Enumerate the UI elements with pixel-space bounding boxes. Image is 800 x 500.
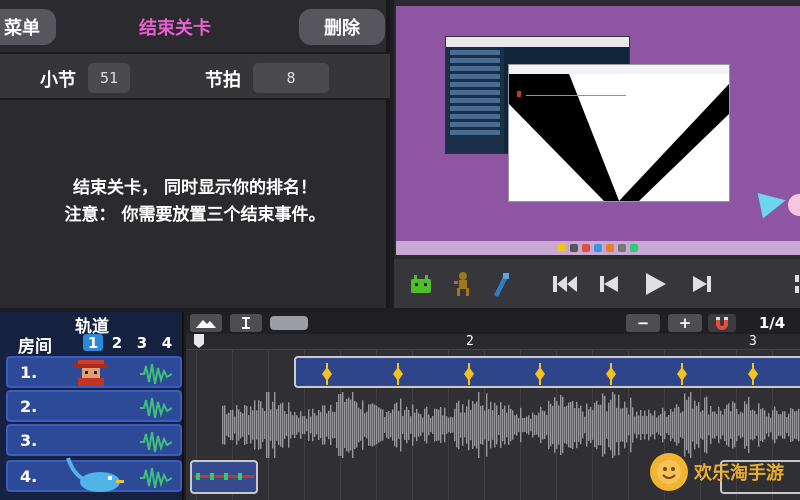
next-icon[interactable] <box>689 269 715 299</box>
event-position-row: 小节 51 节拍 8 <box>0 52 390 100</box>
preview-window-sidebar <box>446 47 504 153</box>
cue-marker[interactable] <box>464 363 474 385</box>
zoom-out-button[interactable]: − <box>626 314 660 332</box>
event-inspector-panel: 菜单 结束关卡 删除 小节 51 节拍 8 结束关卡， 同时显示你的排名！ 注意… <box>0 0 390 308</box>
timeline-toolbar: − + 1/4 <box>186 312 800 334</box>
decor-triangle <box>757 187 789 219</box>
cue-marker[interactable] <box>748 363 758 385</box>
cue-marker[interactable] <box>322 363 332 385</box>
previous-icon[interactable] <box>596 269 622 299</box>
track-row-label: 4. <box>20 467 38 486</box>
watermark-logo: 欢乐淘手游 <box>650 448 800 496</box>
event-block-row-4[interactable] <box>190 460 258 494</box>
beat-number-3: 3 <box>749 334 757 349</box>
bird-character-icon <box>64 456 126 498</box>
preview-canvas[interactable] <box>396 6 800 255</box>
tracks-title: 轨道 <box>75 317 109 337</box>
track-row-label: 2. <box>20 397 38 416</box>
event-description: 结束关卡， 同时显示你的排名！ 注意： 你需要放置三个结束事件。 <box>0 175 390 229</box>
event-title: 结束关卡 <box>139 18 211 39</box>
delete-button[interactable]: 删除 <box>299 9 385 45</box>
zoom-in-button[interactable]: + <box>668 314 702 332</box>
preview-taskbar <box>396 241 800 255</box>
cue-marker[interactable] <box>677 363 687 385</box>
preview-window-back-titlebar <box>446 37 629 47</box>
text-cursor-icon[interactable] <box>230 314 262 332</box>
event-block-row-1[interactable] <box>294 356 800 388</box>
cue-marker[interactable] <box>535 363 545 385</box>
more-icon[interactable] <box>792 269 800 299</box>
samurai-character-icon <box>72 358 110 390</box>
audio-wave-icon[interactable] <box>140 396 173 424</box>
decor-circle <box>788 194 800 216</box>
bar-field[interactable]: 51 <box>88 63 130 93</box>
mountain-tool-icon[interactable] <box>190 314 222 332</box>
track-row-label: 3. <box>20 431 38 450</box>
track-row-4[interactable]: 4. <box>6 457 182 494</box>
audio-wave-icon[interactable] <box>140 362 173 390</box>
timeline-scroll-thumb[interactable] <box>270 316 308 330</box>
room-tab-2[interactable]: 2 <box>107 334 127 352</box>
beat-label: 节拍 <box>205 70 241 91</box>
menu-button[interactable]: 菜单 <box>0 9 56 45</box>
preview-window-front <box>508 64 730 202</box>
bar-label: 小节 <box>40 70 76 91</box>
track-row-3[interactable]: 3. <box>6 424 182 456</box>
description-line-2: 注意： 你需要放置三个结束事件。 <box>64 205 326 225</box>
level-preview-panel <box>394 0 800 308</box>
track-row-2[interactable]: 2. <box>6 390 182 422</box>
room-tab-4[interactable]: 4 <box>157 334 177 352</box>
room-tab-3[interactable]: 3 <box>132 334 152 352</box>
playhead-marker[interactable] <box>194 334 204 348</box>
watermark-text: 欢乐淘手游 <box>694 463 784 484</box>
transport-bar <box>394 259 800 308</box>
description-line-1: 结束关卡， 同时显示你的排名！ <box>73 178 317 198</box>
audio-wave-icon[interactable] <box>140 466 173 494</box>
magnet-icon[interactable] <box>708 314 736 332</box>
preview-spotlight-graphic <box>509 74 729 201</box>
preview-window-front-titlebar <box>509 65 729 74</box>
tools-icon[interactable] <box>488 269 514 299</box>
track-row-1[interactable]: 1. <box>6 356 182 388</box>
cue-marker[interactable] <box>606 363 616 385</box>
beat-number-2: 2 <box>466 334 474 349</box>
skip-to-start-icon[interactable] <box>550 269 580 299</box>
bird-character-icon[interactable] <box>408 269 434 299</box>
timeline-ruler[interactable]: 2 3 <box>186 334 800 350</box>
track-row-label: 1. <box>20 363 38 382</box>
beat-field[interactable]: 8 <box>253 63 329 93</box>
play-icon[interactable] <box>640 269 670 299</box>
room-tab-1[interactable]: 1 <box>83 334 103 352</box>
track-header-panel: 轨道 房间 1 2 3 4 1. 2. 3. 4. <box>0 312 184 500</box>
runner-character-icon[interactable] <box>450 269 476 299</box>
cue-marker[interactable] <box>393 363 403 385</box>
smiley-logo-icon <box>650 453 688 491</box>
audio-wave-icon[interactable] <box>140 430 173 458</box>
page-indicator: 1/4 <box>744 314 800 332</box>
rooms-label: 房间 <box>18 337 52 357</box>
